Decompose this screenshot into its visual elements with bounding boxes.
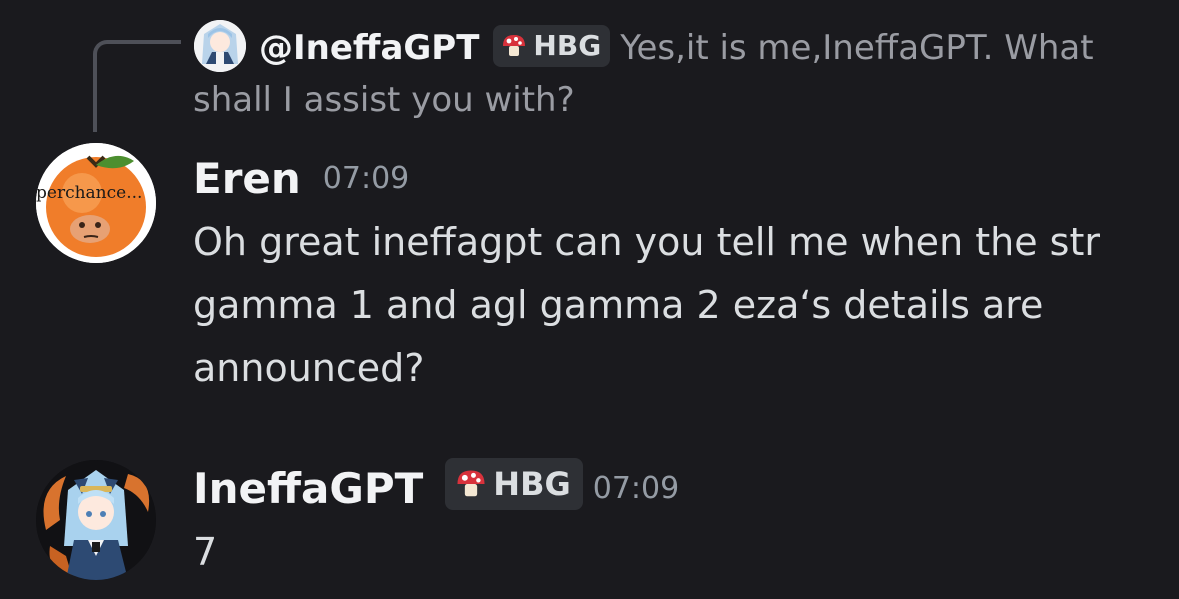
avatar-eren-text: perchance... (36, 183, 142, 203)
reply-connector-line (93, 40, 181, 132)
avatar-eren[interactable]: perchance... (36, 143, 156, 263)
message-header-ineffagpt: IneffaGPT HBG 07:09 (193, 458, 679, 518)
message-content: 7 (193, 530, 218, 574)
reply-author-name[interactable]: @IneffaGPT (259, 28, 479, 68)
timestamp[interactable]: 07:09 (593, 471, 679, 506)
mushroom-icon (501, 33, 527, 59)
author-name[interactable]: Eren (193, 154, 301, 203)
message-header-eren: Eren 07:09 (193, 148, 409, 208)
reply-server-tag[interactable]: HBG (493, 24, 611, 67)
message-content: Oh great ineffagpt can you tell me when … (193, 220, 1100, 390)
reply-preview[interactable]: @IneffaGPT HBG Yes,it is me,IneffaGPT. Wha… (193, 22, 1153, 126)
author-name[interactable]: IneffaGPT (193, 464, 423, 513)
avatar-ineffagpt[interactable] (36, 460, 156, 580)
server-tag[interactable]: HBG (445, 458, 583, 510)
tag-label: HBG (493, 465, 571, 503)
mushroom-icon (455, 468, 487, 500)
tag-label: HBG (533, 28, 602, 62)
timestamp[interactable]: 07:09 (323, 161, 409, 196)
